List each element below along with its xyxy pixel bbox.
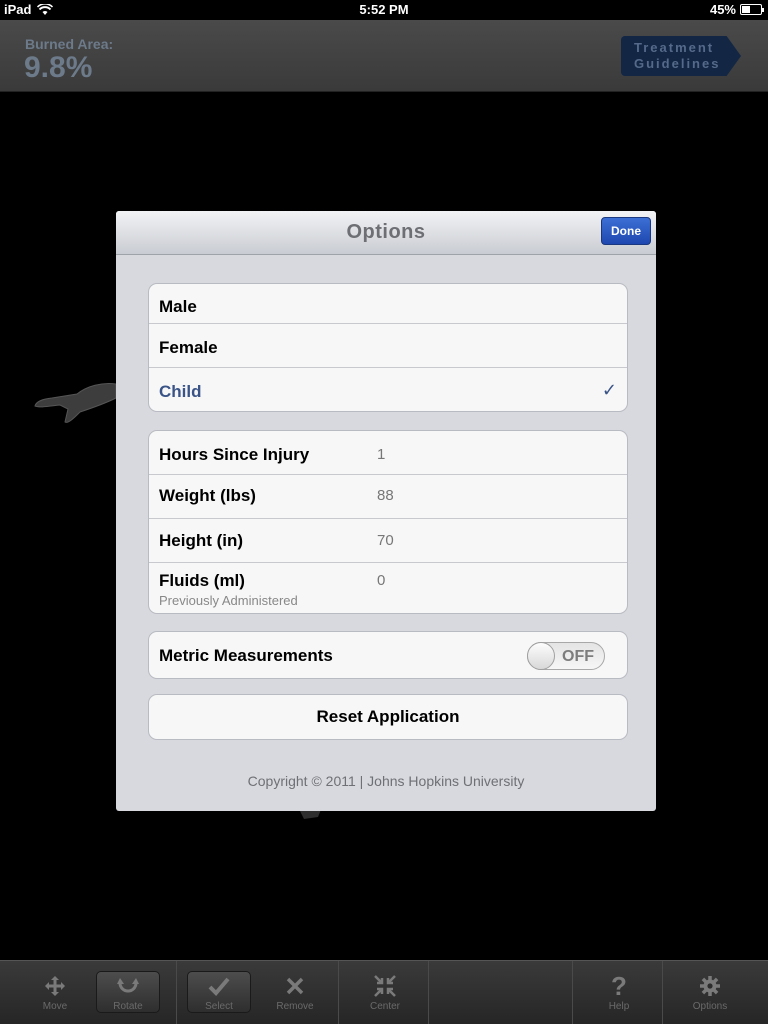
battery-percent: 45% — [709, 2, 736, 17]
field-label: Height (in) — [159, 531, 244, 550]
options-header: Options Done — [116, 211, 656, 255]
top-header: Burned Area: 9.8% Treatment Guidelines — [0, 20, 768, 92]
field-label: Fluids (ml) — [159, 571, 245, 590]
toolbar-label: Options — [692, 1001, 728, 1012]
metric-label: Metric Measurements — [159, 646, 333, 665]
done-button[interactable]: Done — [601, 217, 651, 245]
patient-type-group: Male Female Child ✓ — [148, 283, 628, 412]
center-icon — [350, 973, 420, 999]
option-label: Female — [159, 338, 218, 357]
height-field[interactable]: 70 — [377, 532, 394, 549]
fluids-row[interactable]: Fluids (ml) Previously Administered 0 — [149, 563, 627, 613]
toolbar-label: Remove — [276, 1001, 314, 1012]
hours-since-injury-field[interactable]: 1 — [377, 446, 385, 463]
option-female[interactable]: Female — [149, 324, 627, 368]
options-title: Options — [346, 221, 426, 243]
option-male[interactable]: Male — [149, 284, 627, 324]
treatment-guidelines-button[interactable]: Treatment Guidelines — [621, 36, 741, 76]
field-sublabel: Previously Administered — [159, 593, 298, 608]
battery-icon — [740, 4, 764, 15]
patient-info-group: Hours Since Injury 1 Weight (lbs) 88 Hei… — [148, 430, 628, 614]
status-bar: iPad 5:52 PM 45% — [0, 0, 768, 20]
move-icon — [20, 973, 90, 999]
gear-icon — [675, 973, 745, 999]
options-dialog: Options Done Male Female Child ✓ Hours S… — [116, 211, 656, 811]
option-child[interactable]: Child ✓ — [149, 368, 627, 411]
toolbar-label: Select — [205, 1001, 233, 1012]
options-button[interactable]: Options — [675, 961, 745, 1024]
metric-measurements-row: Metric Measurements OFF — [149, 632, 627, 678]
copyright-text: Copyright © 2011 | Johns Hopkins Univers… — [247, 773, 525, 789]
field-label: Hours Since Injury — [159, 445, 310, 464]
toolbar-label: Help — [608, 1001, 630, 1012]
move-button[interactable]: Move — [20, 961, 90, 1024]
question-icon: ? — [611, 970, 627, 1001]
weight-field[interactable]: 88 — [377, 487, 394, 504]
toolbar-label: Move — [42, 1001, 68, 1012]
treatment-guidelines-line2: Guidelines — [634, 56, 721, 71]
toggle-knob — [527, 642, 555, 670]
checkmark-icon — [187, 973, 251, 999]
field-label: Weight (lbs) — [159, 486, 256, 505]
rotate-button[interactable]: Rotate — [96, 961, 160, 1024]
weight-row[interactable]: Weight (lbs) 88 — [149, 475, 627, 519]
toolbar-label: Rotate — [113, 1001, 143, 1012]
height-row[interactable]: Height (in) 70 — [149, 519, 627, 563]
x-icon — [260, 973, 330, 999]
help-button[interactable]: ? Help — [584, 961, 654, 1024]
treatment-guidelines-line1: Treatment — [634, 40, 715, 55]
select-button[interactable]: Select — [187, 961, 251, 1024]
body-model-hand — [34, 383, 117, 423]
rotate-icon — [96, 973, 160, 999]
burned-area-value: 9.8% — [24, 51, 93, 84]
option-label: Male — [159, 297, 197, 316]
status-time: 5:52 PM — [359, 2, 409, 17]
metric-group: Metric Measurements OFF — [148, 631, 628, 679]
checkmark-icon: ✓ — [601, 380, 617, 400]
metric-toggle[interactable]: OFF — [527, 642, 605, 670]
toggle-text: OFF — [562, 648, 594, 665]
bottom-toolbar: Move Rotate Select Remove Center ? Help — [0, 960, 768, 1024]
reset-group: Reset Application — [148, 694, 628, 740]
option-label: Child — [159, 382, 202, 401]
center-button[interactable]: Center — [350, 961, 420, 1024]
fluids-field[interactable]: 0 — [377, 572, 385, 589]
toolbar-label: Center — [369, 1001, 400, 1012]
reset-application-button[interactable]: Reset Application — [149, 695, 627, 739]
remove-button[interactable]: Remove — [260, 961, 330, 1024]
burned-area-label: Burned Area: — [25, 36, 114, 52]
hours-since-injury-row[interactable]: Hours Since Injury 1 — [149, 431, 627, 475]
